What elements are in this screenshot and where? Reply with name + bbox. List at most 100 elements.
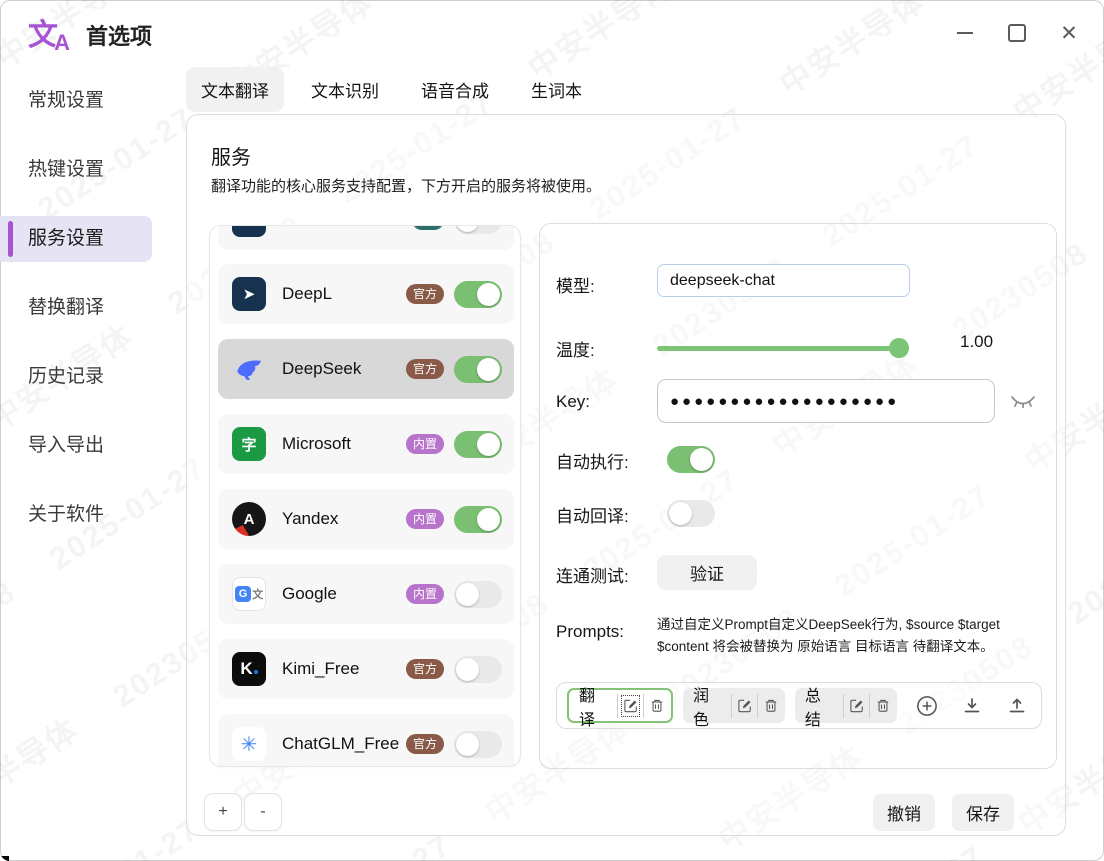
delete-prompt-icon[interactable]	[757, 694, 783, 718]
deepseek-icon	[232, 352, 266, 386]
service-name: DeepL	[282, 284, 332, 304]
delete-prompt-icon[interactable]	[643, 694, 669, 718]
service-detail-panel: 模型: 温度: 1.00 Key: ●●●●●●●●●●●●●●●●●●● 自动…	[539, 223, 1057, 769]
service-row[interactable]: ➤ DeepL 官方	[218, 264, 514, 324]
edit-prompt-icon[interactable]	[731, 694, 757, 718]
temperature-slider[interactable]	[657, 338, 907, 358]
sidebar-item-label: 替换翻译	[28, 297, 104, 318]
corner-artifact	[0, 856, 9, 861]
verify-button[interactable]: 验证	[657, 555, 757, 590]
prompt-toolbar: 翻译 润色 总结	[556, 682, 1042, 729]
services-panel: 服务 翻译功能的核心服务支持配置，下方开启的服务将被使用。 ➤ ➤ DeepL …	[186, 114, 1066, 836]
service-row[interactable]: K Kimi_Free 官方	[218, 639, 514, 699]
sidebar-item[interactable]: 历史记录	[0, 354, 152, 400]
service-list[interactable]: ➤ ➤ DeepL 官方 DeepSeek 官方 字 Mic	[209, 225, 521, 767]
eye-closed-icon[interactable]	[1008, 392, 1038, 412]
prompt-chip[interactable]: 翻译	[567, 688, 673, 723]
close-icon[interactable]: ✕	[1058, 20, 1080, 46]
service-name: Kimi_Free	[282, 659, 359, 679]
prompts-description: 通过自定义Prompt自定义DeepSeek行为, $source $targe…	[657, 614, 1049, 657]
tab-label: 文本翻译	[201, 82, 269, 101]
save-button[interactable]: 保存	[952, 794, 1014, 831]
auto-execute-toggle[interactable]	[667, 446, 715, 473]
undo-button[interactable]: 撤销	[873, 794, 935, 831]
sidebar-item[interactable]: 导入导出	[0, 423, 152, 469]
slider-thumb[interactable]	[889, 338, 909, 358]
kimi-icon: K	[232, 652, 266, 686]
prompt-chip[interactable]: 总结	[795, 688, 897, 723]
temperature-label: 温度:	[556, 336, 595, 361]
tab[interactable]: 文本翻译	[186, 67, 284, 112]
service-toggle[interactable]	[454, 281, 502, 308]
yandex-icon: A	[232, 502, 266, 536]
service-row[interactable]: DeepSeek 官方	[218, 339, 514, 399]
export-upload-icon[interactable]	[1002, 691, 1031, 721]
prompts-label: Prompts:	[556, 622, 624, 642]
tab-label: 语音合成	[421, 82, 489, 101]
add-service-button[interactable]: +	[204, 793, 242, 831]
service-row[interactable]: 字 Microsoft 内置	[218, 414, 514, 474]
service-row[interactable]: ✳ ChatGLM_Free 官方	[218, 714, 514, 767]
model-input[interactable]	[657, 264, 910, 297]
edit-prompt-icon[interactable]	[843, 694, 869, 718]
sidebar-item[interactable]: 常规设置	[0, 78, 152, 124]
service-toggle[interactable]	[454, 225, 502, 234]
edit-prompt-icon[interactable]	[617, 694, 643, 718]
preferences-window: 中安半导体 20230508 2025-01-27 中安半导体 20230508…	[0, 0, 1104, 861]
tab[interactable]: 语音合成	[406, 67, 504, 112]
model-label: 模型:	[556, 272, 595, 297]
service-badge: 内置	[406, 584, 444, 604]
service-toggle[interactable]	[454, 656, 502, 683]
tab[interactable]: 生词本	[516, 67, 597, 112]
service-name: DeepSeek	[282, 359, 361, 379]
auto-back-translate-toggle[interactable]	[667, 500, 715, 527]
api-key-input[interactable]: ●●●●●●●●●●●●●●●●●●●	[657, 379, 995, 423]
minimize-icon[interactable]	[954, 20, 976, 46]
tab-label: 生词本	[531, 82, 582, 101]
remove-service-button[interactable]: -	[244, 793, 282, 831]
add-prompt-icon[interactable]	[913, 691, 942, 721]
service-badge: 官方	[406, 734, 444, 754]
service-name: ChatGLM_Free	[282, 734, 399, 754]
service-toggle[interactable]	[454, 356, 502, 383]
service-toggle[interactable]	[454, 731, 502, 758]
sidebar-item[interactable]: 关于软件	[0, 492, 152, 538]
service-row[interactable]: G文 Google 内置	[218, 564, 514, 624]
sidebar-item-label: 历史记录	[28, 366, 104, 387]
tab[interactable]: 文本识别	[296, 67, 394, 112]
microsoft-icon: 字	[232, 427, 266, 461]
service-badge	[412, 225, 444, 230]
connectivity-label: 连通测试:	[556, 562, 629, 587]
service-badge: 内置	[406, 434, 444, 454]
section-description: 翻译功能的核心服务支持配置，下方开启的服务将被使用。	[211, 175, 601, 196]
service-row-partial[interactable]: ➤	[218, 225, 514, 250]
service-row[interactable]: A Yandex 内置	[218, 489, 514, 549]
import-download-icon[interactable]	[958, 691, 987, 721]
service-name: Yandex	[282, 509, 338, 529]
service-name: Microsoft	[282, 434, 351, 454]
deepl-icon: ➤	[232, 277, 266, 311]
service-toggle[interactable]	[454, 431, 502, 458]
prompt-chip[interactable]: 润色	[683, 688, 785, 723]
service-badge: 官方	[406, 659, 444, 679]
chatglm-icon: ✳	[232, 727, 266, 761]
prompt-chip-label: 总结	[805, 682, 843, 730]
sidebar-item-label: 热键设置	[28, 159, 104, 180]
window-controls: ✕	[954, 18, 1080, 48]
maximize-icon[interactable]	[1006, 20, 1028, 46]
sidebar: 常规设置 热键设置 服务设置 替换翻译 历史记录 导入导出 关于软件	[0, 78, 170, 561]
service-toggle[interactable]	[454, 581, 502, 608]
delete-prompt-icon[interactable]	[869, 694, 895, 718]
sidebar-item[interactable]: 服务设置	[0, 216, 152, 262]
sidebar-item-label: 常规设置	[28, 90, 104, 111]
sidebar-item[interactable]: 替换翻译	[0, 285, 152, 331]
tab-label: 文本识别	[311, 82, 379, 101]
temperature-value: 1.00	[960, 332, 993, 352]
section-title: 服务	[211, 141, 251, 170]
service-toggle[interactable]	[454, 506, 502, 533]
unknown-service-icon: ➤	[232, 225, 266, 237]
window-title: 首选项	[86, 19, 152, 51]
sidebar-item[interactable]: 热键设置	[0, 147, 152, 193]
prompt-chip-label: 翻译	[579, 682, 617, 730]
service-badge: 内置	[406, 509, 444, 529]
